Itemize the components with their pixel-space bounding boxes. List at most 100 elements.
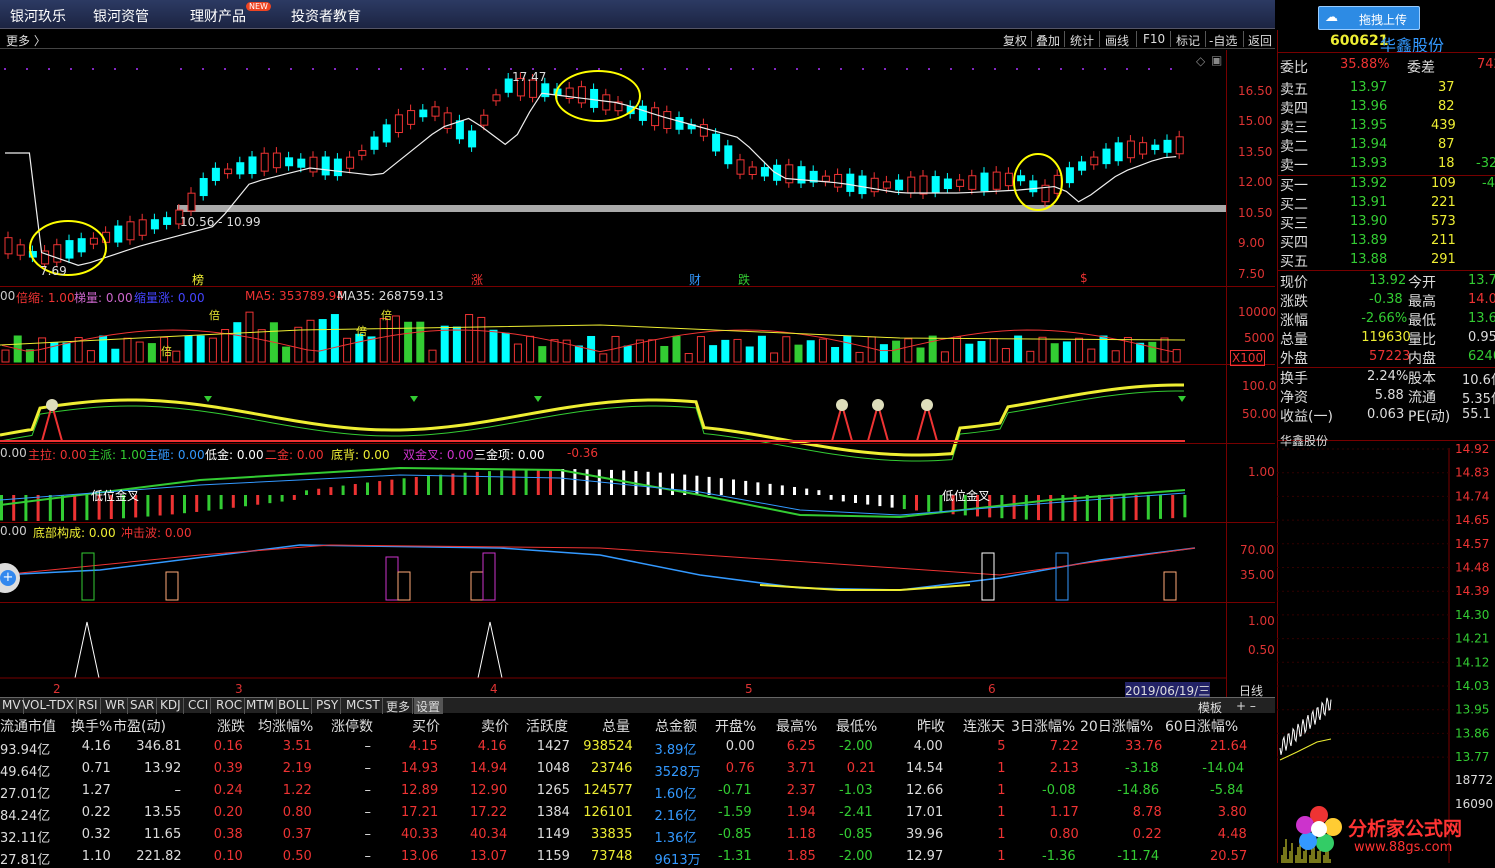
- ind4-tick: 70.00: [1240, 543, 1275, 557]
- indicator-tab[interactable]: WR: [103, 698, 129, 714]
- table-cell: 32.11亿: [0, 831, 51, 846]
- candle: [431, 106, 440, 117]
- ind3-bar: [622, 470, 626, 495]
- ind3-bar: [305, 490, 308, 495]
- column-header[interactable]: 最低%: [836, 716, 877, 736]
- column-header[interactable]: 卖价: [481, 716, 509, 736]
- volume-bar: [599, 353, 608, 363]
- indicator-tab[interactable]: 设置: [414, 698, 444, 714]
- marker-dot: [928, 68, 930, 70]
- column-header[interactable]: 涨停数: [331, 716, 373, 736]
- volume-bar: [818, 338, 827, 363]
- ind3-bar: [1085, 495, 1089, 521]
- upload-button[interactable]: ☁ 拖拽上传: [1318, 6, 1420, 30]
- volume-bar: [367, 336, 376, 363]
- volume-bar: [440, 325, 449, 363]
- stat-value: 55.1: [1462, 407, 1491, 422]
- column-header[interactable]: 换手%: [71, 716, 112, 736]
- candle: [455, 120, 464, 140]
- diamond-icon[interactable]: ◇: [1196, 54, 1205, 68]
- watermark-text: 分析家公式网: [1348, 818, 1463, 840]
- event-marker[interactable]: $: [1080, 271, 1088, 285]
- volume-bar: [477, 316, 486, 363]
- column-header[interactable]: 活跃度: [526, 716, 568, 736]
- indicator-tab[interactable]: KDJ: [158, 698, 184, 714]
- mini-price-tick: 14.48: [1455, 561, 1489, 575]
- ind3-tick: 1.00: [1248, 465, 1275, 479]
- volume-bar: [709, 345, 718, 363]
- column-header[interactable]: 20日涨幅%: [1080, 716, 1153, 736]
- price-tick: 12.00: [1238, 175, 1273, 189]
- stat-label: 收益(一): [1280, 409, 1333, 425]
- candle: [785, 164, 794, 184]
- indicator-tab[interactable]: ROC: [214, 698, 246, 714]
- column-header[interactable]: 涨跌: [217, 716, 245, 736]
- column-header[interactable]: 市盈(动): [113, 716, 166, 736]
- ask-price: 13.97: [1350, 80, 1388, 95]
- intraday-chart[interactable]: 14.92 14.83 14.74 14.65 14.57 14.48 14.39 14.30…: [1277, 430, 1495, 863]
- column-header[interactable]: 买价: [412, 716, 440, 736]
- ask-label: 卖一: [1280, 158, 1308, 174]
- table-cell: 14.54: [906, 761, 944, 776]
- column-header[interactable]: 流通市值: [0, 716, 56, 736]
- table-cell: 5: [997, 739, 1006, 754]
- event-marker[interactable]: 财: [689, 271, 701, 288]
- event-marker[interactable]: 跌: [738, 271, 750, 288]
- indicator-tab[interactable]: 更多: [384, 698, 414, 714]
- ind3-bar: [219, 495, 223, 510]
- volume-bar: [257, 329, 266, 363]
- column-header[interactable]: 昨收: [917, 716, 945, 736]
- stat-value: 13.68: [1468, 311, 1495, 326]
- column-header[interactable]: 3日涨幅%: [1011, 716, 1075, 736]
- indicator-tab[interactable]: VOL-TDX: [20, 698, 77, 714]
- stock-table[interactable]: 模板 + – 流通市值 换手% 市盈(动) 涨跌 均涨幅% 涨停数 买价 卖价 活跃度 总量 总金额 开盘…: [0, 699, 1275, 868]
- indicator-tab[interactable]: MTM: [244, 698, 278, 714]
- marker-dot: [1148, 68, 1150, 70]
- indicator-tab[interactable]: RSI: [76, 698, 101, 714]
- marker-dot: [862, 68, 864, 70]
- table-cell: -2.41: [839, 805, 873, 820]
- mini-price-tick: 14.12: [1455, 655, 1489, 669]
- event-marker[interactable]: 涨: [471, 271, 483, 288]
- candle: [468, 130, 477, 148]
- high-price-label: 17.47: [512, 70, 547, 84]
- volume-bar: [538, 346, 547, 363]
- template-button[interactable]: 模板: [1198, 699, 1222, 716]
- indicator-tab[interactable]: BOLL: [276, 698, 312, 714]
- ind3-bar: [805, 488, 809, 495]
- down-arrow-icon: [534, 396, 542, 402]
- price-tick: 15.00: [1238, 114, 1273, 128]
- candle: [285, 157, 294, 167]
- marker-dot: [642, 68, 644, 70]
- stat-label: PE(动): [1408, 409, 1451, 425]
- volume-bar: [501, 332, 510, 363]
- column-header[interactable]: 总量: [602, 716, 630, 736]
- indicator-tab[interactable]: PSY: [314, 698, 342, 714]
- column-header[interactable]: 60日涨幅%: [1165, 716, 1238, 736]
- window-icon[interactable]: ▣: [1211, 53, 1222, 67]
- stat-label: 今开: [1408, 275, 1436, 291]
- indicator-tab[interactable]: MCST: [344, 698, 383, 714]
- date-tick: 2: [53, 682, 61, 696]
- candle: [1151, 144, 1160, 151]
- indicator-tab[interactable]: CCI: [186, 698, 212, 714]
- ind3-bar: [671, 473, 674, 495]
- table-cell: 0.71: [81, 761, 111, 776]
- marker-dot: [708, 68, 710, 70]
- column-header[interactable]: 开盘%: [715, 716, 756, 736]
- column-header[interactable]: 总金额: [655, 716, 697, 736]
- ind4-bar: [1163, 571, 1177, 601]
- candle: [77, 238, 86, 253]
- mini-price-line: [1279, 697, 1332, 755]
- stock-chart[interactable]: [0, 0, 1277, 697]
- ind3-bar: [451, 473, 455, 495]
- column-header[interactable]: 均涨幅%: [258, 716, 313, 736]
- ind3-bar: [561, 469, 565, 495]
- column-header[interactable]: 最高%: [776, 716, 817, 736]
- column-header[interactable]: 连涨天: [963, 716, 1005, 736]
- zoom-buttons[interactable]: + –: [1236, 699, 1256, 713]
- stat-label: 总量: [1280, 332, 1308, 348]
- ask-volume: 18: [1438, 156, 1455, 171]
- event-marker[interactable]: 榜: [192, 271, 204, 288]
- indicator-tab[interactable]: SAR: [128, 698, 158, 714]
